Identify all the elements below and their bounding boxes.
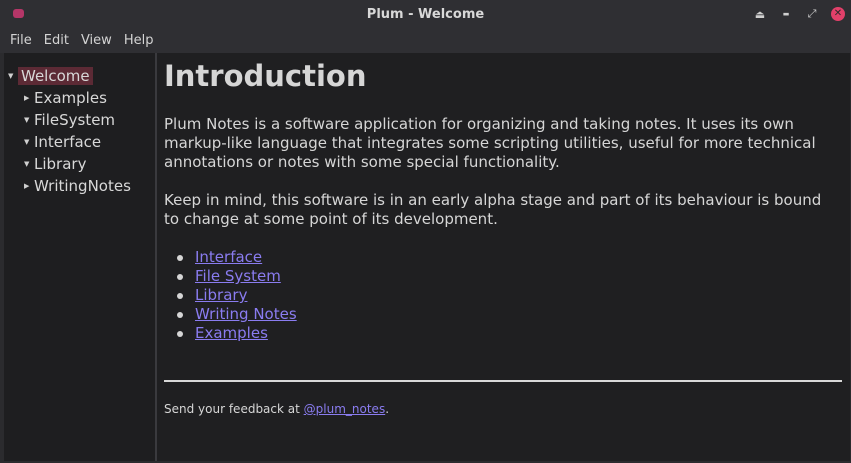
window-controls: ⏏ ▬ ⤢ ✕ bbox=[747, 0, 851, 28]
sidebar-item-interface[interactable]: ▼ Interface bbox=[24, 132, 101, 152]
restore-icon: ⤢ bbox=[807, 7, 817, 20]
link-interface[interactable]: Interface bbox=[195, 248, 262, 266]
menu-file[interactable]: File bbox=[4, 33, 38, 48]
title-bar: Plum - Welcome ⏏ ▬ ⤢ ✕ bbox=[0, 0, 851, 28]
collapsed-arrow-icon[interactable]: ▶ bbox=[24, 182, 32, 190]
sidebar-item-library[interactable]: ▼ Library bbox=[24, 154, 86, 174]
plum-app-icon[interactable] bbox=[13, 9, 24, 18]
splitter-handle[interactable] bbox=[155, 53, 157, 461]
note-heading: Introduction bbox=[164, 59, 367, 93]
close-icon: ✕ bbox=[831, 7, 845, 21]
sidebar-item-welcome[interactable]: ▼ Welcome bbox=[8, 66, 93, 86]
expanded-arrow-icon[interactable]: ▼ bbox=[24, 160, 32, 168]
footer-text: Send your feedback at bbox=[164, 402, 304, 416]
sidebar-item-label: FileSystem bbox=[34, 111, 116, 129]
sidebar-item-label: WritingNotes bbox=[34, 177, 131, 195]
list-item: Examples bbox=[177, 324, 297, 343]
menu-bar: File Edit View Help bbox=[0, 28, 851, 53]
sidebar-item-label: Examples bbox=[34, 89, 107, 107]
list-item: Writing Notes bbox=[177, 305, 297, 324]
menu-view[interactable]: View bbox=[75, 33, 118, 48]
window-title: Plum - Welcome bbox=[366, 6, 485, 22]
feedback-link[interactable]: @plum_notes bbox=[304, 402, 386, 416]
topics-list: Interface File System Library Writing No… bbox=[164, 248, 297, 343]
menu-edit[interactable]: Edit bbox=[38, 33, 75, 48]
link-writing-notes[interactable]: Writing Notes bbox=[195, 305, 297, 323]
sidebar-item-examples[interactable]: ▶ Examples bbox=[24, 88, 107, 108]
collapsed-arrow-icon[interactable]: ▶ bbox=[24, 94, 32, 102]
alpha-notice-paragraph: Keep in mind, this software is in an ear… bbox=[164, 191, 822, 228]
expanded-arrow-icon[interactable]: ▼ bbox=[24, 138, 32, 146]
list-item: Interface bbox=[177, 248, 297, 267]
sidebar-item-label: Library bbox=[34, 155, 87, 173]
content-area: ▼ Welcome ▶ Examples ▼ FileSystem ▼ Inte… bbox=[4, 53, 850, 461]
expanded-arrow-icon[interactable]: ▼ bbox=[8, 72, 16, 80]
note-viewer: Introduction Plum Notes is a software ap… bbox=[164, 53, 844, 461]
intro-paragraph: Plum Notes is a software application for… bbox=[164, 115, 816, 171]
expanded-arrow-icon[interactable]: ▼ bbox=[24, 116, 32, 124]
link-file-system[interactable]: File System bbox=[195, 267, 281, 285]
feedback-footer: Send your feedback at @plum_notes. bbox=[164, 402, 389, 416]
sidebar-item-filesystem[interactable]: ▼ FileSystem bbox=[24, 110, 115, 130]
link-library[interactable]: Library bbox=[195, 286, 247, 304]
sidebar-item-writingnotes[interactable]: ▶ WritingNotes bbox=[24, 176, 131, 196]
link-examples[interactable]: Examples bbox=[195, 324, 268, 342]
sidebar-item-label: Welcome bbox=[18, 67, 93, 85]
list-item: Library bbox=[177, 286, 297, 305]
keep-above-button[interactable]: ⏏ bbox=[747, 0, 773, 28]
minimize-icon: ▬ bbox=[782, 10, 790, 18]
close-button[interactable]: ✕ bbox=[825, 0, 851, 28]
horizontal-divider bbox=[164, 380, 842, 382]
restore-button[interactable]: ⤢ bbox=[799, 0, 825, 28]
footer-period: . bbox=[385, 402, 390, 416]
notes-tree: ▼ Welcome ▶ Examples ▼ FileSystem ▼ Inte… bbox=[4, 53, 155, 461]
list-item: File System bbox=[177, 267, 297, 286]
minimize-button[interactable]: ▬ bbox=[773, 0, 799, 28]
menu-help[interactable]: Help bbox=[118, 33, 160, 48]
keep-above-icon: ⏏ bbox=[754, 7, 766, 21]
sidebar-item-label: Interface bbox=[34, 133, 102, 151]
